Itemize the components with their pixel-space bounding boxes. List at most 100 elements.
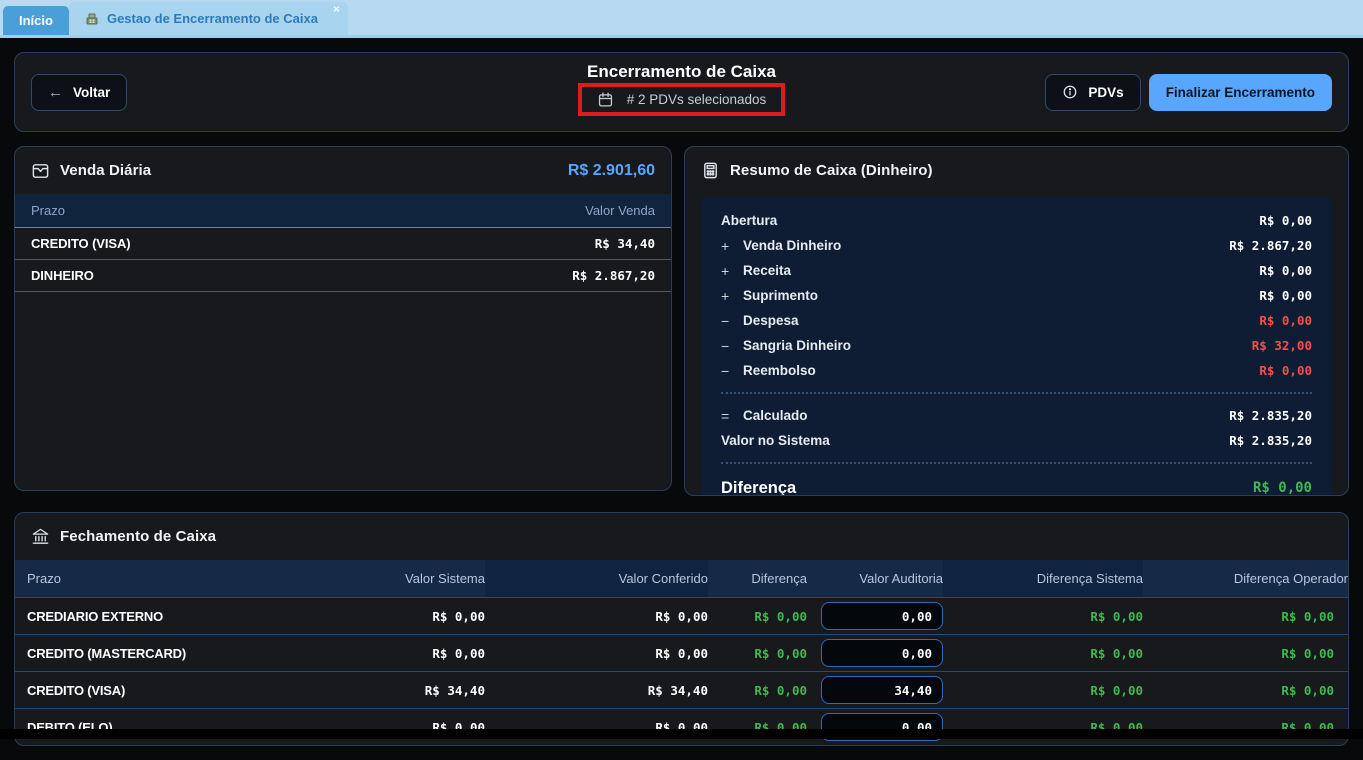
column-header-diferenca-sistema: Diferença Sistema [943, 560, 1143, 597]
close-icon[interactable]: × [333, 3, 340, 15]
summary-row: −Despesa R$ 0,00 [721, 308, 1312, 333]
calculator-icon [701, 161, 720, 180]
row-label: CREDIARIO EXTERNO [15, 609, 305, 624]
row-label: Venda Dinheiro [743, 238, 841, 253]
viewport-cutoff-strip [0, 729, 1363, 739]
column-header-prazo: Prazo [15, 560, 305, 597]
dotted-divider [721, 392, 1312, 394]
diferenca-sistema-value: R$ 0,00 [943, 609, 1143, 624]
dotted-divider [721, 462, 1312, 464]
venda-diaria-panel: Venda Diária R$ 2.901,60 Prazo Valor Ven… [14, 146, 672, 491]
row-value: R$ 32,00 [1252, 338, 1312, 353]
resumo-caixa-panel: Resumo de Caixa (Dinheiro) Abertura R$ 0,… [684, 146, 1349, 496]
summary-row: +Receita R$ 0,00 [721, 258, 1312, 283]
diferenca-operador-value: R$ 0,00 [1143, 609, 1348, 624]
resumo-caixa-header: Resumo de Caixa (Dinheiro) [685, 147, 1348, 194]
column-header-valor-venda: Valor Venda [585, 203, 655, 218]
summary-row: −Sangria DinheiroR$ 32,00 [721, 333, 1312, 358]
column-header-valor-sistema: Valor Sistema [305, 560, 485, 597]
row-value: R$ 2.867,20 [572, 268, 655, 283]
resumo-box: AberturaR$ 0,00+Venda DinheiroR$ 2.867,2… [701, 196, 1332, 496]
row-label: CREDITO (VISA) [31, 236, 130, 251]
auditoria-cell [807, 602, 943, 630]
diferenca-operador-value: R$ 0,00 [1143, 683, 1348, 698]
valor-sistema-value: R$ 34,40 [305, 683, 485, 698]
browser-tabbar: Início Gestao de Encerramento de Caixa × [0, 0, 1363, 38]
auditoria-input[interactable] [821, 639, 943, 667]
panels-row: Venda Diária R$ 2.901,60 Prazo Valor Ven… [14, 146, 1349, 496]
diferenca-value: R$ 0,00 [708, 683, 807, 698]
row-value: R$ 0,00 [1259, 288, 1312, 303]
bank-icon [31, 527, 50, 546]
pdv-selector[interactable]: # 2 PDVs selecionados [627, 92, 767, 107]
resumo-rows: AberturaR$ 0,00+Venda DinheiroR$ 2.867,2… [721, 208, 1312, 383]
venda-total: R$ 2.901,60 [568, 162, 655, 180]
fechamento-table-header: Prazo Valor Sistema Valor Conferido Dife… [15, 560, 1348, 597]
row-label: Abertura [721, 213, 777, 228]
table-row: CREDITO (VISA)R$ 34,40R$ 34,40R$ 0,00R$ … [15, 671, 1348, 708]
row-value: R$ 2.835,20 [1229, 433, 1312, 448]
calendar-icon [597, 91, 614, 108]
valor-conferido-value: R$ 34,40 [485, 683, 708, 698]
page-title: Encerramento de Caixa [587, 62, 776, 82]
venda-diaria-header: Venda Diária R$ 2.901,60 [15, 147, 671, 194]
main-page: ← Voltar Encerramento de Caixa # 2 PDVs … [0, 38, 1363, 760]
fechamento-header: Fechamento de Caixa [15, 513, 1348, 560]
summary-row: +Suprimento R$ 0,00 [721, 283, 1312, 308]
fechamento-caixa-panel: Fechamento de Caixa Prazo Valor Sistema … [14, 512, 1349, 746]
row-label: CREDITO (VISA) [15, 683, 305, 698]
tab-inicio[interactable]: Início [3, 6, 69, 35]
row-label: Despesa [743, 313, 799, 328]
valor-sistema-value: R$ 0,00 [305, 646, 485, 661]
row-label: DINHEIRO [31, 268, 94, 283]
table-row: DEBITO (ELO)R$ 0,00R$ 0,00R$ 0,00R$ 0,00… [15, 708, 1348, 745]
diferenca-sistema-value: R$ 0,00 [943, 683, 1143, 698]
summary-row: Abertura R$ 0,00 [721, 208, 1312, 233]
row-label: Sangria Dinheiro [743, 338, 851, 353]
sign: − [721, 313, 743, 329]
row-label: Receita [743, 263, 791, 278]
summary-row-calculado: = Calculado R$ 2.835,20 [721, 403, 1312, 428]
wallet-icon [31, 161, 50, 180]
table-row: CREDITO (MASTERCARD)R$ 0,00R$ 0,00R$ 0,0… [15, 634, 1348, 671]
row-value: R$ 0,00 [1259, 313, 1312, 328]
header-center: Encerramento de Caixa # 2 PDVs seleciona… [15, 62, 1348, 116]
auditoria-input[interactable] [821, 602, 943, 630]
difference-value: R$ 0,00 [1253, 480, 1312, 496]
row-label: CREDITO (MASTERCARD) [15, 646, 305, 661]
tab-gestao-encerramento[interactable]: Gestao de Encerramento de Caixa × [69, 2, 348, 35]
venda-table-body: CREDITO (VISA) R$ 34,40 DINHEIRO R$ 2.867,2… [15, 228, 671, 292]
row-label: Valor no Sistema [721, 433, 830, 448]
panel-title: Resumo de Caixa (Dinheiro) [730, 162, 933, 179]
sign: + [721, 238, 743, 254]
diferenca-sistema-value: R$ 0,00 [943, 646, 1143, 661]
tab-label: Início [19, 13, 53, 28]
row-value: R$ 2.867,20 [1229, 238, 1312, 253]
row-label: Suprimento [743, 288, 818, 303]
row-value: R$ 0,00 [1259, 263, 1312, 278]
summary-row: +Venda Dinheiro R$ 2.867,20 [721, 233, 1312, 258]
column-header-prazo: Prazo [31, 203, 65, 218]
tab-label: Gestao de Encerramento de Caixa [107, 11, 318, 26]
row-value: R$ 34,40 [595, 236, 655, 251]
row-value: R$ 0,00 [1259, 213, 1312, 228]
auditoria-cell [807, 676, 943, 704]
row-value: R$ 2.835,20 [1229, 408, 1312, 423]
sign: − [721, 363, 743, 379]
column-header-diferenca-operador: Diferença Operador [1143, 560, 1348, 597]
auditoria-cell [807, 639, 943, 667]
summary-row-valor-sistema: Valor no Sistema R$ 2.835,20 [721, 428, 1312, 453]
panel-title: Venda Diária [60, 162, 151, 179]
diferenca-value: R$ 0,00 [708, 646, 807, 661]
column-header-diferenca: Diferença [708, 560, 807, 597]
row-label: Calculado [743, 408, 808, 423]
panel-title: Fechamento de Caixa [60, 528, 216, 545]
sign: + [721, 288, 743, 304]
sign: + [721, 263, 743, 279]
auditoria-input[interactable] [821, 676, 943, 704]
row-value: R$ 0,00 [1259, 363, 1312, 378]
page-header: ← Voltar Encerramento de Caixa # 2 PDVs … [14, 52, 1349, 132]
column-header-valor-conferido: Valor Conferido [485, 560, 708, 597]
table-row: DINHEIRO R$ 2.867,20 [15, 260, 671, 292]
diferenca-value: R$ 0,00 [708, 609, 807, 624]
